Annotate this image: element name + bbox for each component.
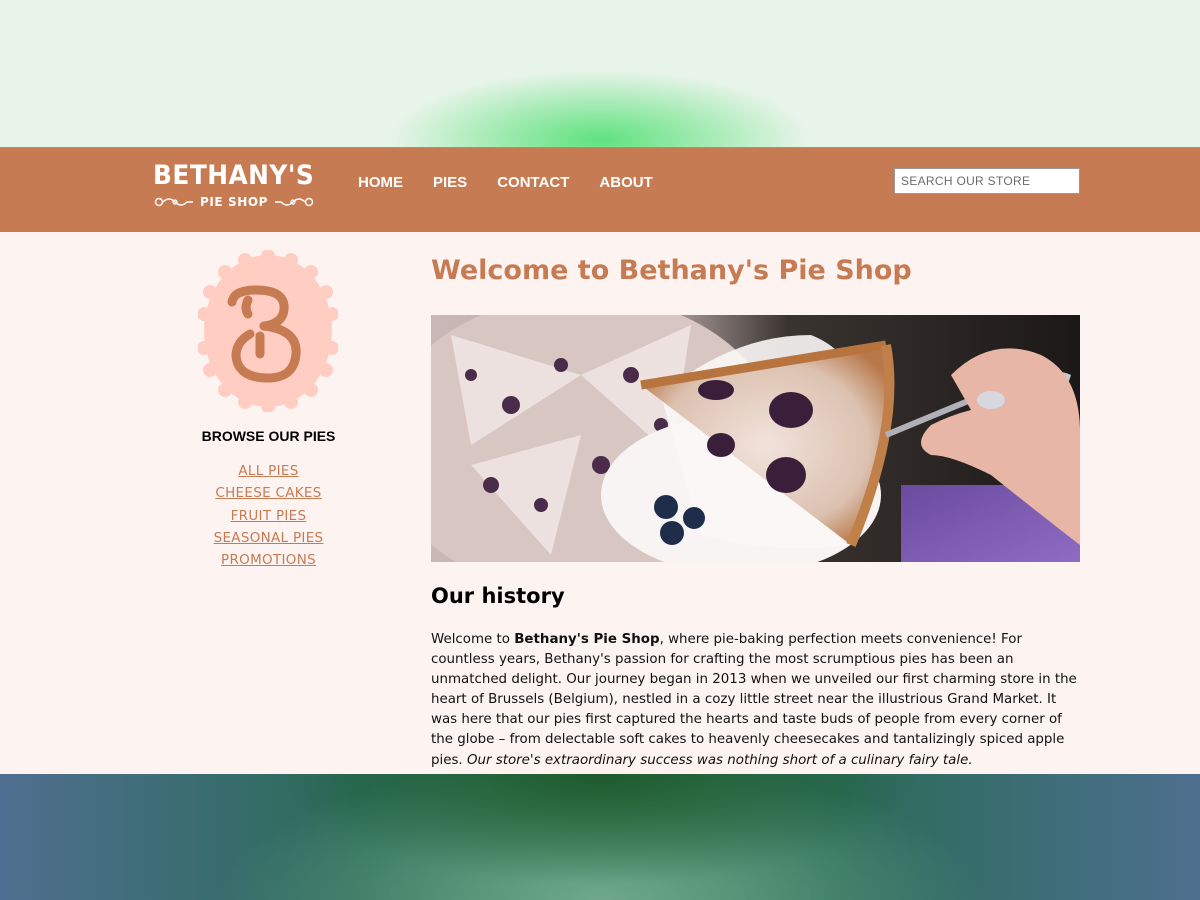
brand-name: BETHANY'S xyxy=(153,160,315,191)
nav-home[interactable]: HOME xyxy=(358,174,403,191)
search-input[interactable] xyxy=(894,168,1080,194)
right-flourish-icon xyxy=(275,197,314,207)
left-flourish-icon xyxy=(154,197,193,207)
page-title: Welcome to Bethany's Pie Shop xyxy=(431,255,912,286)
sidebar-title: BROWSE OUR PIES xyxy=(201,428,336,444)
brand-badge xyxy=(197,249,339,413)
brand-tagline-row: PIE SHOP xyxy=(153,194,315,210)
list-item: PROMOTIONS xyxy=(140,551,397,573)
nav-about[interactable]: ABOUT xyxy=(599,174,652,191)
pie-photo-icon xyxy=(431,315,1080,562)
browser-viewport: BETHANY'S PIE SHOP HOME PIES CONTACT ABO… xyxy=(0,147,1200,774)
history-heading: Our history xyxy=(431,584,565,608)
nav-contact[interactable]: CONTACT xyxy=(497,174,569,191)
category-all-pies[interactable]: ALL PIES xyxy=(238,463,298,479)
nav-pies[interactable]: PIES xyxy=(433,174,467,191)
brand-logo[interactable]: BETHANY'S PIE SHOP xyxy=(153,160,315,212)
history-body: , where pie-baking perfection meets conv… xyxy=(431,632,1077,768)
hero-image xyxy=(431,315,1080,562)
category-promotions[interactable]: PROMOTIONS xyxy=(221,552,316,568)
category-fruit-pies[interactable]: FRUIT PIES xyxy=(231,508,307,524)
category-list: ALL PIES CHEESE CAKES FRUIT PIES SEASONA… xyxy=(140,462,397,573)
list-item: CHEESE CAKES xyxy=(140,484,397,506)
category-seasonal-pies[interactable]: SEASONAL PIES xyxy=(214,530,324,546)
site-header: BETHANY'S PIE SHOP HOME PIES CONTACT ABO… xyxy=(0,147,1200,232)
list-item: SEASONAL PIES xyxy=(140,529,397,551)
history-paragraph: Welcome to Bethany's Pie Shop, where pie… xyxy=(431,630,1083,771)
list-item: FRUIT PIES xyxy=(140,507,397,529)
list-item: ALL PIES xyxy=(140,462,397,484)
shop-name: Bethany's Pie Shop xyxy=(514,632,660,647)
history-intro: Welcome to xyxy=(431,632,515,647)
background-bottom xyxy=(0,774,1200,900)
history-closing: Our store's extraordinary success was no… xyxy=(466,752,973,768)
background-top xyxy=(0,0,1200,148)
scalloped-badge-icon xyxy=(197,249,339,413)
category-cheese-cakes[interactable]: CHEESE CAKES xyxy=(215,485,321,501)
brand-tagline: PIE SHOP xyxy=(199,195,269,209)
main-nav: HOME PIES CONTACT ABOUT xyxy=(358,174,653,191)
